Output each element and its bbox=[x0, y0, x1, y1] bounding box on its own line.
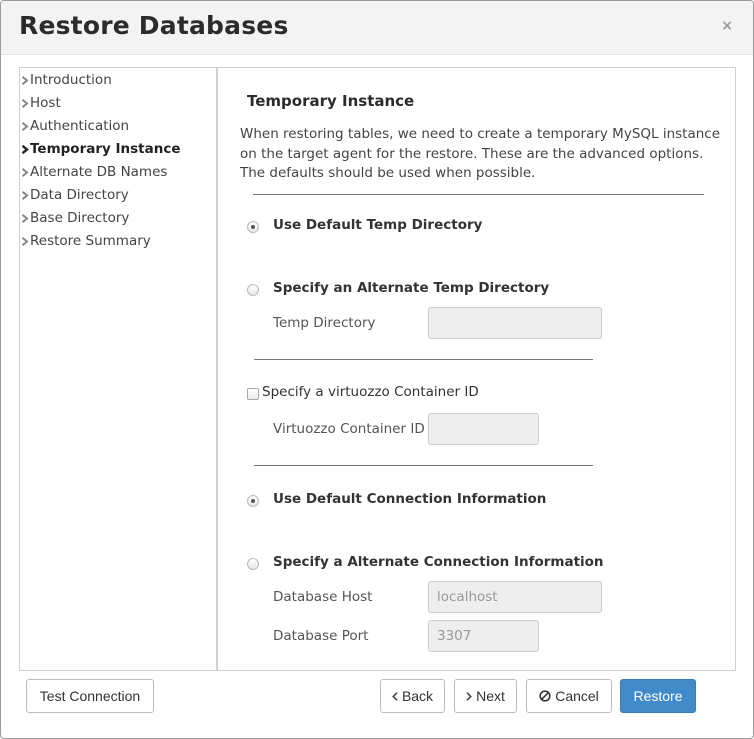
sidebar-item-alternate-db-names[interactable]: Alternate DB Names bbox=[20, 162, 216, 185]
restore-button[interactable]: Restore bbox=[620, 679, 696, 713]
chevron-right-icon bbox=[21, 214, 29, 223]
cancel-button[interactable]: Cancel bbox=[526, 679, 612, 713]
default-connection-radio[interactable] bbox=[247, 495, 259, 507]
alternate-temp-dir-radio[interactable] bbox=[247, 284, 259, 296]
virtuozzo-container-checkbox[interactable] bbox=[247, 388, 259, 400]
database-port-label: Database Port bbox=[273, 628, 369, 644]
test-connection-label: Test Connection bbox=[39, 688, 141, 704]
ban-icon bbox=[539, 690, 551, 702]
sidebar-item-label: Host bbox=[30, 95, 61, 111]
sidebar-item-label: Alternate DB Names bbox=[30, 164, 168, 180]
temp-directory-input[interactable] bbox=[428, 307, 602, 339]
sidebar-item-restore-summary[interactable]: Restore Summary bbox=[20, 231, 216, 254]
chevron-left-icon bbox=[392, 691, 398, 701]
virtuozzo-container-id-label: Virtuozzo Container ID bbox=[273, 421, 425, 437]
wizard-content-frame: Introduction Host Authentication Tempora… bbox=[19, 67, 736, 671]
sidebar-item-label: Temporary Instance bbox=[30, 141, 181, 157]
alternate-temp-dir-label[interactable]: Specify an Alternate Temp Directory bbox=[273, 280, 549, 296]
dialog-title: Restore Databases bbox=[19, 11, 289, 40]
sidebar-item-authentication[interactable]: Authentication bbox=[20, 116, 216, 139]
section-divider bbox=[254, 465, 593, 466]
chevron-right-icon bbox=[21, 99, 29, 108]
sidebar-item-label: Restore Summary bbox=[30, 233, 151, 249]
chevron-right-icon bbox=[21, 122, 29, 131]
virtuozzo-container-checkbox-label[interactable]: Specify a virtuozzo Container ID bbox=[262, 384, 479, 400]
temporary-instance-panel: Temporary Instance When restoring tables… bbox=[220, 68, 735, 670]
chevron-right-icon bbox=[21, 76, 29, 85]
next-button[interactable]: Next bbox=[454, 679, 517, 713]
cancel-label: Cancel bbox=[555, 688, 599, 704]
next-label: Next bbox=[476, 688, 505, 704]
sidebar-item-label: Data Directory bbox=[30, 187, 129, 203]
restore-databases-dialog: Restore Databases × Introduction Host Au… bbox=[0, 0, 754, 739]
wizard-sidebar: Introduction Host Authentication Tempora… bbox=[20, 68, 218, 670]
virtuozzo-container-id-input[interactable] bbox=[428, 413, 539, 445]
close-icon[interactable]: × bbox=[721, 19, 733, 33]
sidebar-item-host[interactable]: Host bbox=[20, 93, 216, 116]
alternate-connection-label[interactable]: Specify a Alternate Connection Informati… bbox=[273, 554, 604, 570]
back-button[interactable]: Back bbox=[380, 679, 445, 713]
default-temp-dir-label[interactable]: Use Default Temp Directory bbox=[273, 217, 482, 233]
chevron-right-icon bbox=[21, 191, 29, 200]
default-connection-label[interactable]: Use Default Connection Information bbox=[273, 491, 546, 507]
chevron-right-icon bbox=[21, 168, 29, 177]
sidebar-item-label: Introduction bbox=[30, 72, 112, 88]
database-host-input[interactable] bbox=[428, 581, 602, 613]
temp-directory-label: Temp Directory bbox=[273, 315, 376, 331]
restore-label: Restore bbox=[633, 688, 683, 704]
database-host-label: Database Host bbox=[273, 589, 373, 605]
sidebar-item-temporary-instance[interactable]: Temporary Instance bbox=[20, 139, 216, 162]
chevron-right-icon bbox=[21, 145, 29, 154]
database-port-input[interactable] bbox=[428, 620, 539, 652]
chevron-right-icon bbox=[21, 237, 29, 246]
panel-heading: Temporary Instance bbox=[247, 92, 415, 110]
section-divider bbox=[253, 194, 704, 195]
sidebar-item-data-directory[interactable]: Data Directory bbox=[20, 185, 216, 208]
back-label: Back bbox=[401, 688, 434, 704]
default-temp-dir-radio[interactable] bbox=[247, 221, 259, 233]
alternate-connection-radio[interactable] bbox=[247, 558, 259, 570]
chevron-right-icon bbox=[466, 691, 472, 701]
sidebar-item-label: Base Directory bbox=[30, 210, 130, 226]
section-divider bbox=[254, 359, 593, 360]
sidebar-item-base-directory[interactable]: Base Directory bbox=[20, 208, 216, 231]
test-connection-button[interactable]: Test Connection bbox=[26, 679, 154, 713]
sidebar-item-introduction[interactable]: Introduction bbox=[20, 70, 216, 93]
dialog-title-bar: Restore Databases × bbox=[1, 1, 753, 55]
panel-description: When restoring tables, we need to create… bbox=[240, 126, 721, 181]
sidebar-item-label: Authentication bbox=[30, 118, 130, 134]
